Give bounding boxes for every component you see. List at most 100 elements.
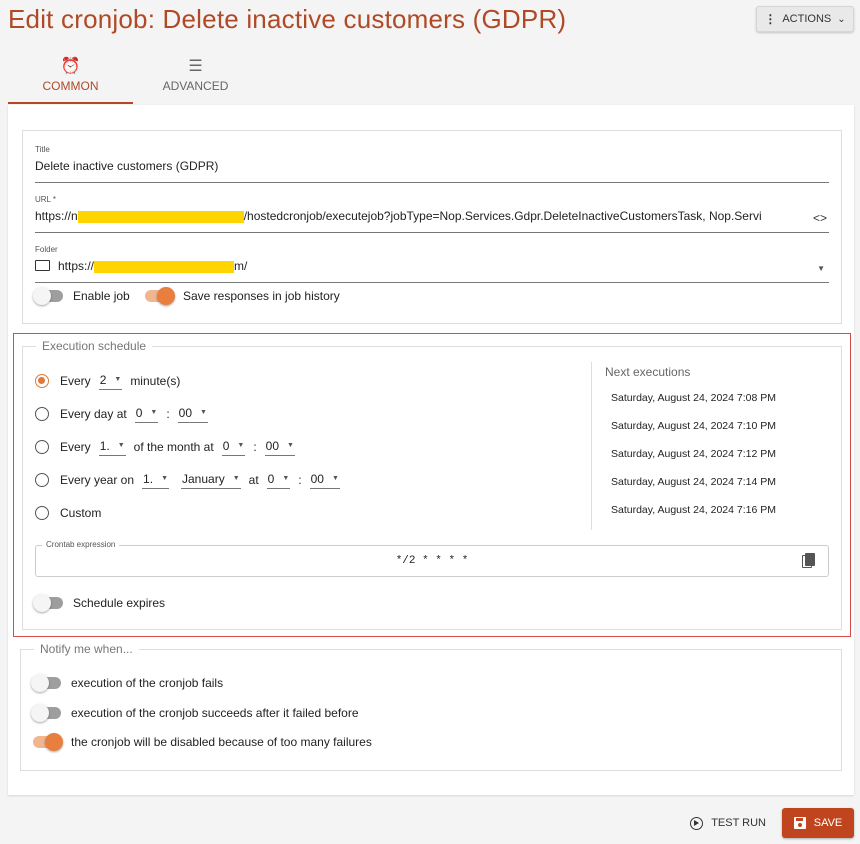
save-responses-row: Save responses in job history <box>145 287 340 305</box>
every-month-option: Every 1. ▼ of the month at 0 ▼ : 00 ▼ <box>35 437 301 457</box>
notify-succeeds-label: execution of the cronjob succeeds after … <box>71 706 359 720</box>
year-label: Every year on <box>60 473 135 487</box>
chevron-down-icon: ▼ <box>232 475 240 482</box>
notify-fails-row: execution of the cronjob fails <box>31 674 224 692</box>
every-day-label: Every day at <box>60 407 127 421</box>
day-minute-value: 00 <box>178 405 193 420</box>
year-month-select[interactable]: January ▼ <box>181 472 241 489</box>
title-field[interactable]: Title Delete inactive customers (GDPR) <box>35 145 829 183</box>
every-minutes-radio[interactable] <box>35 374 49 388</box>
year-minute-value: 00 <box>310 471 324 486</box>
footer-actions: TEST RUN SAVE <box>686 808 854 838</box>
chevron-down-icon: ▼ <box>117 442 125 449</box>
test-run-label: TEST RUN <box>711 817 766 829</box>
month-day-select[interactable]: 1. ▼ <box>98 438 126 456</box>
notify-succeeds-toggle[interactable] <box>31 704 61 722</box>
code-icon[interactable]: <> <box>806 211 827 225</box>
month-hour-select[interactable]: 0 ▼ <box>221 438 246 456</box>
notify-legend: Notify me when... <box>34 642 139 656</box>
next-executions-title: Next executions <box>605 365 691 379</box>
every-year-option: Every year on 1. ▼ January ▼ at 0 ▼ : 00 ▼ <box>35 470 346 490</box>
chevron-down-icon: ▼ <box>161 475 168 482</box>
month-minute-select[interactable]: 00 ▼ <box>264 439 295 456</box>
folder-select[interactable]: Folder https:// m/ ▼ <box>35 245 829 283</box>
notify-fails-toggle[interactable] <box>31 674 61 692</box>
schedule-expires-toggle[interactable] <box>33 594 63 612</box>
every-minutes-option: Every 2 ▼ minute(s) <box>35 371 182 391</box>
enable-job-label: Enable job <box>73 289 130 303</box>
year-at-label: at <box>248 473 259 487</box>
next-executions-panel: Next executions Saturday, August 24, 202… <box>591 362 821 530</box>
custom-radio[interactable] <box>35 506 49 520</box>
year-hour-select[interactable]: 0 ▼ <box>266 472 291 489</box>
month-hour-value: 0 <box>222 438 230 453</box>
chevron-down-icon: ▼ <box>114 376 122 383</box>
test-run-button[interactable]: TEST RUN <box>686 808 770 838</box>
chevron-down-icon: ▼ <box>200 409 207 416</box>
month-every-label: Every <box>60 440 91 454</box>
title-field-label: Title <box>35 145 50 154</box>
notify-fails-label: execution of the cronjob fails <box>71 676 224 690</box>
notify-disabled-toggle[interactable] <box>33 733 63 751</box>
notify-section: Notify me when... execution of the cronj… <box>20 642 842 771</box>
folder-field-label: Folder <box>35 245 58 254</box>
main-card: Title Delete inactive customers (GDPR) U… <box>8 105 854 795</box>
folder-field-value: https:// m/ <box>35 259 829 278</box>
notify-disabled-row: the cronjob will be disabled because of … <box>33 733 372 751</box>
crontab-expression-label: Crontab expression <box>42 540 120 549</box>
save-button[interactable]: SAVE <box>782 808 854 838</box>
copy-icon[interactable] <box>802 553 816 569</box>
day-minute-select[interactable]: 00 ▼ <box>177 405 208 423</box>
folder-icon <box>35 260 50 272</box>
crontab-expression-field[interactable]: Crontab expression */2 * * * * <box>35 540 829 577</box>
custom-label: Custom <box>60 506 102 520</box>
tab-common[interactable]: ⏰ COMMON <box>8 52 133 104</box>
url-field[interactable]: URL * https://n/hostedcronjob/executejob… <box>35 195 829 233</box>
minutes-value: 2 <box>99 372 107 387</box>
url-suffix: /hostedcronjob/executejob?jobType=Nop.Se… <box>243 209 762 223</box>
execution-schedule-section: Execution schedule Every 2 ▼ minute(s) Ev… <box>22 339 842 630</box>
notify-succeeds-row: execution of the cronjob succeeds after … <box>31 704 359 722</box>
custom-option: Custom <box>35 503 103 523</box>
minutes-label: minute(s) <box>130 374 181 388</box>
colon: : <box>298 473 302 487</box>
schedule-highlight-frame: Execution schedule Every 2 ▼ minute(s) Ev… <box>13 333 851 637</box>
day-hour-select[interactable]: 0 ▼ <box>134 405 159 423</box>
tab-bar: ⏰ COMMON ☰ ADVANCED <box>8 52 258 104</box>
url-prefix: https://n <box>35 209 78 223</box>
chevron-down-icon: ▼ <box>282 475 290 482</box>
every-month-radio[interactable] <box>35 440 49 454</box>
every-label: Every <box>60 374 91 388</box>
every-day-radio[interactable] <box>35 407 49 421</box>
chevron-down-icon: ▼ <box>331 475 339 482</box>
general-section: Title Delete inactive customers (GDPR) U… <box>22 130 842 324</box>
next-execution-item: Saturday, August 24, 2024 7:08 PM <box>611 392 777 404</box>
chevron-down-icon: ▼ <box>150 409 158 416</box>
schedule-expires-label: Schedule expires <box>73 596 166 610</box>
page-title: Edit cronjob: Delete inactive customers … <box>8 4 567 34</box>
sliders-icon: ☰ <box>188 58 203 75</box>
next-execution-item: Saturday, August 24, 2024 7:14 PM <box>611 476 777 488</box>
month-day-value: 1. <box>99 438 110 453</box>
folder-suffix: m/ <box>234 259 248 273</box>
tab-advanced[interactable]: ☰ ADVANCED <box>133 52 258 104</box>
notify-disabled-label: the cronjob will be disabled because of … <box>71 735 372 749</box>
tab-advanced-label: ADVANCED <box>162 79 229 93</box>
url-field-value: https://n/hostedcronjob/executejob?jobTy… <box>35 209 829 228</box>
redaction-mark <box>77 210 244 223</box>
minutes-select[interactable]: 2 ▼ <box>98 372 123 390</box>
year-day-select[interactable]: 1. ▼ <box>142 472 169 489</box>
every-year-radio[interactable] <box>35 473 49 487</box>
schedule-expires-row: Schedule expires <box>33 594 166 612</box>
chevron-down-icon: ▼ <box>237 442 245 449</box>
year-minute-select[interactable]: 00 ▼ <box>309 471 340 489</box>
actions-button[interactable]: ⋮ ACTIONS ⌄ <box>756 6 854 32</box>
save-responses-toggle[interactable] <box>145 287 175 305</box>
enable-job-toggle[interactable] <box>33 287 63 305</box>
next-execution-item: Saturday, August 24, 2024 7:12 PM <box>611 448 777 460</box>
play-circle-icon <box>690 816 704 830</box>
crontab-expression-value: */2 * * * * <box>395 555 469 567</box>
colon: : <box>166 407 170 421</box>
more-vertical-icon: ⋮ <box>764 12 777 26</box>
day-hour-value: 0 <box>135 405 143 420</box>
